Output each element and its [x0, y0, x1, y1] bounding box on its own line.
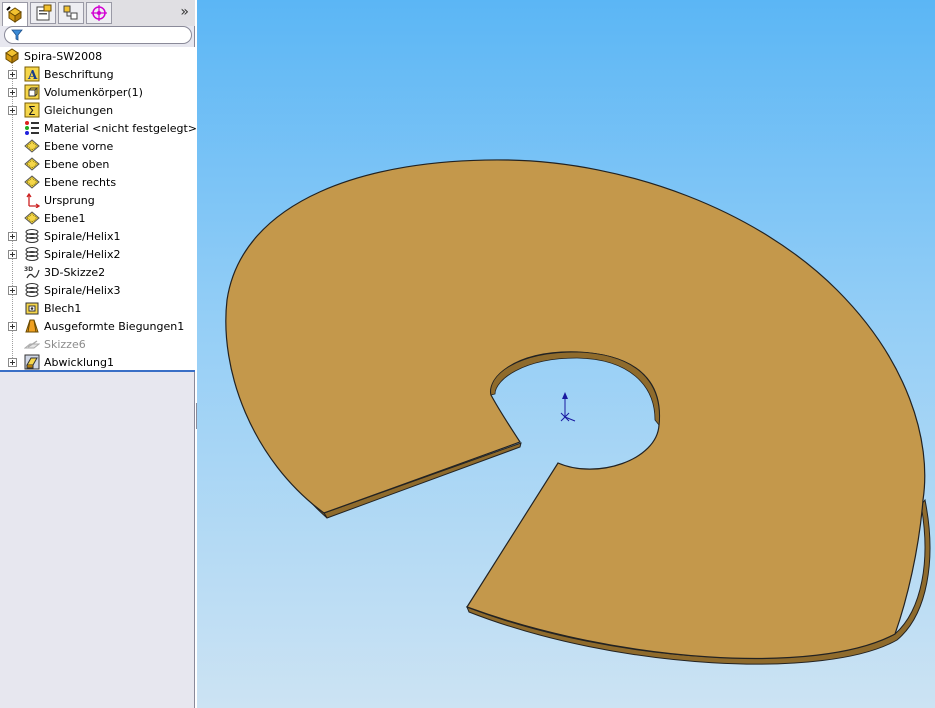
feature-manager-panel: » Spira-SW2008 A Beschriftung Volumenkör…	[0, 0, 198, 708]
tree-item-label: Ebene vorne	[44, 140, 114, 153]
tree-root-label: Spira-SW2008	[24, 50, 103, 63]
tree-item-label: Ebene rechts	[44, 176, 117, 189]
tree-item-blech1[interactable]: Blech1	[0, 299, 195, 317]
tab-configuration-manager[interactable]	[58, 2, 84, 24]
svg-text:A: A	[27, 68, 38, 82]
flat-pattern-part	[225, 159, 926, 660]
plane-icon	[24, 210, 40, 226]
tree-item-ebene-rechts[interactable]: Ebene rechts	[0, 173, 195, 191]
tree-item-volumenkoerper[interactable]: Volumenkörper(1)	[0, 83, 195, 101]
lofted-bend-icon	[24, 318, 40, 334]
solid-bodies-icon	[24, 84, 40, 100]
tree-item-spirale-helix3[interactable]: Spirale/Helix3	[0, 281, 195, 299]
sheet-metal-icon	[24, 300, 40, 316]
flatten-icon	[24, 354, 40, 370]
tree-item-ebene1[interactable]: Ebene1	[0, 209, 195, 227]
manager-tab-strip: »	[0, 0, 195, 26]
plane-icon	[24, 156, 40, 172]
tree-item-label: Spirale/Helix2	[44, 248, 121, 261]
tree-item-label: Ebene1	[44, 212, 86, 225]
helix-icon	[24, 282, 40, 298]
tree-item-label: Gleichungen	[44, 104, 114, 117]
tree-item-label: Ausgeformte Biegungen1	[44, 320, 185, 333]
tree-item-label: Material <nicht festgelegt>	[44, 122, 198, 135]
graphics-viewport[interactable]	[197, 0, 935, 708]
expand-panel-arrow[interactable]: »	[180, 4, 189, 20]
tree-item-gleichungen[interactable]: Σ Gleichungen	[0, 101, 195, 119]
tab-dimxpert-manager[interactable]	[86, 2, 112, 24]
expand-toggle[interactable]	[8, 106, 17, 115]
tab-property-manager[interactable]	[30, 2, 56, 24]
filter-funnel-icon	[11, 29, 23, 44]
expand-toggle[interactable]	[8, 358, 17, 367]
tree-item-label: Ursprung	[44, 194, 95, 207]
tree-item-label: Blech1	[44, 302, 82, 315]
plane-icon	[24, 138, 40, 154]
svg-text:3D: 3D	[24, 266, 33, 273]
tree-item-ausgeformte-biegungen1[interactable]: Ausgeformte Biegungen1	[0, 317, 195, 335]
annotations-icon: A	[24, 66, 40, 82]
expand-toggle[interactable]	[8, 322, 17, 331]
feature-manager-icon	[6, 5, 22, 23]
tree-item-material[interactable]: Material <nicht festgelegt>	[0, 119, 198, 137]
tree-item-label: Abwicklung1	[44, 356, 114, 369]
tree-item-skizze6[interactable]: Skizze6	[0, 335, 195, 353]
feature-tree-filter-input[interactable]	[4, 26, 192, 44]
tree-item-label: 3D-Skizze2	[44, 266, 106, 279]
expand-toggle[interactable]	[8, 70, 17, 79]
svg-text:Σ: Σ	[28, 104, 36, 118]
tree-item-label: Beschriftung	[44, 68, 114, 81]
helix-icon	[24, 228, 40, 244]
sketch-icon	[23, 336, 41, 352]
origin-triad-icon	[560, 392, 576, 422]
tree-item-ebene-vorne[interactable]: Ebene vorne	[0, 137, 195, 155]
tree-root-part[interactable]: Spira-SW2008	[0, 47, 195, 65]
tree-item-label: Ebene oben	[44, 158, 110, 171]
tree-item-ebene-oben[interactable]: Ebene oben	[0, 155, 195, 173]
property-manager-icon	[36, 4, 52, 21]
expand-toggle[interactable]	[8, 286, 17, 295]
part-icon	[4, 48, 20, 64]
model-view[interactable]	[197, 0, 935, 708]
tree-item-label: Spirale/Helix3	[44, 284, 121, 297]
tree-item-label: Skizze6	[44, 338, 86, 351]
expand-toggle[interactable]	[8, 88, 17, 97]
tree-item-3d-skizze2[interactable]: 3D 3D-Skizze2	[0, 263, 195, 281]
3d-sketch-icon: 3D	[24, 264, 40, 280]
tree-item-spirale-helix1[interactable]: Spirale/Helix1	[0, 227, 195, 245]
feature-tree: Spira-SW2008 A Beschriftung Volumenkörpe…	[0, 47, 198, 371]
origin-icon	[24, 192, 41, 209]
tab-feature-manager[interactable]	[2, 2, 28, 26]
tree-item-beschriftung[interactable]: A Beschriftung	[0, 65, 195, 83]
material-icon	[24, 120, 40, 136]
plane-icon	[24, 174, 40, 190]
tree-item-ursprung[interactable]: Ursprung	[0, 191, 195, 209]
tree-item-abwicklung1[interactable]: Abwicklung1	[0, 353, 195, 371]
configuration-manager-icon	[63, 5, 78, 20]
tree-item-label: Spirale/Helix1	[44, 230, 121, 243]
expand-toggle[interactable]	[8, 232, 17, 241]
tree-item-label: Volumenkörper(1)	[44, 86, 143, 99]
expand-toggle[interactable]	[8, 250, 17, 259]
equations-icon: Σ	[24, 102, 40, 118]
helix-icon	[24, 246, 40, 262]
tree-item-spirale-helix2[interactable]: Spirale/Helix2	[0, 245, 195, 263]
rollback-bar[interactable]	[0, 370, 195, 372]
dimxpert-icon	[91, 5, 107, 21]
